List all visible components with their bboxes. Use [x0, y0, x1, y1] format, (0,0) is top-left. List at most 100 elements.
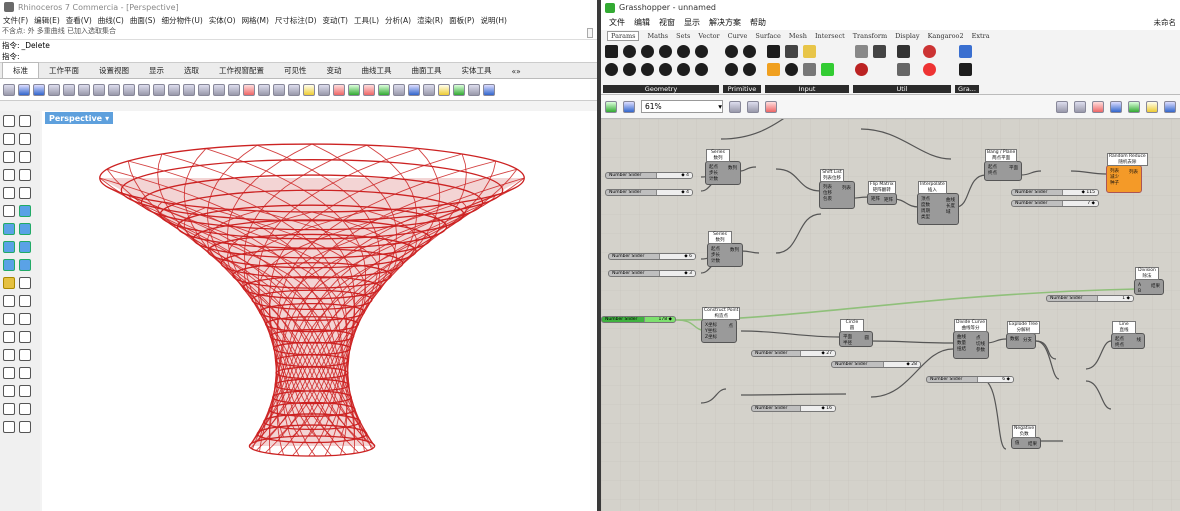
- split-icon[interactable]: [19, 295, 31, 307]
- layer-icon[interactable]: [333, 83, 345, 96]
- tab-display[interactable]: 显示: [139, 63, 174, 78]
- preview-quality-icon[interactable]: [1146, 100, 1158, 113]
- number-slider[interactable]: Number Slider ◆ 27: [751, 350, 836, 357]
- properties-color-icon[interactable]: [348, 83, 360, 96]
- box-param-icon[interactable]: [677, 63, 690, 76]
- panel-icon[interactable]: [803, 63, 816, 76]
- preview-selected-icon[interactable]: [1110, 100, 1122, 113]
- join-icon[interactable]: [3, 313, 15, 325]
- tab-solid-tools[interactable]: 实体工具: [452, 63, 502, 78]
- polygon-icon[interactable]: [19, 187, 31, 199]
- gh-menu-display[interactable]: 显示: [684, 17, 700, 28]
- mesh-param-icon[interactable]: [623, 63, 636, 76]
- zoom-extents-icon[interactable]: [729, 100, 741, 113]
- curve-tools-icon[interactable]: [19, 205, 31, 217]
- open-file-icon[interactable]: [18, 83, 30, 96]
- surface-param-icon[interactable]: [695, 45, 708, 58]
- gh-tab-maths[interactable]: Maths: [647, 32, 668, 40]
- preview-wire-icon[interactable]: [1074, 100, 1086, 113]
- colour-swatch-icon[interactable]: [803, 45, 816, 58]
- preview-off-icon[interactable]: [1056, 100, 1068, 113]
- offset-icon[interactable]: [19, 277, 31, 289]
- gh-menu-file[interactable]: 文件: [609, 17, 625, 28]
- boolean-param-icon[interactable]: [725, 45, 738, 58]
- gh-tab-transform[interactable]: Transform: [853, 32, 887, 40]
- cut-icon[interactable]: [78, 83, 90, 96]
- gh-component-circle[interactable]: Circle 圆 平面 半径 圆: [839, 319, 873, 347]
- command-history-scrollbar[interactable]: [587, 28, 593, 38]
- help-icon[interactable]: [483, 83, 495, 96]
- circle-param-icon[interactable]: [659, 45, 672, 58]
- gh-component-shift-list[interactable]: Shift List 列表位移 列表 位移 包裹 列表: [819, 169, 855, 209]
- check-icon[interactable]: [3, 421, 15, 433]
- point-icon[interactable]: [3, 133, 15, 145]
- text-icon[interactable]: [19, 385, 31, 397]
- mirror-icon[interactable]: [19, 367, 31, 379]
- number-slider[interactable]: Number Slider 6 ◆: [926, 376, 1014, 383]
- gh-component-division[interactable]: Division 除法 A B 结果: [1134, 267, 1164, 295]
- gear-icon[interactable]: [438, 83, 450, 96]
- tab-more[interactable]: «»: [502, 65, 531, 78]
- gh-tab-surface[interactable]: Surface: [755, 32, 781, 40]
- sphere-icon[interactable]: [408, 83, 420, 96]
- gh-menu-solution[interactable]: 解决方案: [709, 17, 741, 28]
- number-slider[interactable]: Number Slider ◆ 16: [751, 405, 836, 412]
- new-file-icon[interactable]: [3, 83, 15, 96]
- digit-scroller-icon[interactable]: [785, 63, 798, 76]
- light-icon[interactable]: [303, 83, 315, 96]
- command-prompt[interactable]: 指令:: [0, 51, 597, 63]
- script-icon[interactable]: [468, 83, 480, 96]
- select-points-icon[interactable]: [19, 115, 31, 127]
- line-param-icon[interactable]: [641, 63, 654, 76]
- number-slider[interactable]: Number Slider ◆ 115: [1011, 189, 1099, 196]
- zoom-icon[interactable]: [168, 83, 180, 96]
- grasshopper-icon[interactable]: [453, 83, 465, 96]
- point-param-icon[interactable]: [623, 45, 636, 58]
- tab-curve-tools[interactable]: 曲线工具: [352, 63, 402, 78]
- gh-tab-curve[interactable]: Curve: [728, 32, 748, 40]
- gh-canvas[interactable]: Number Slider ◆ 4 Number Slider ◆ 4 Numb…: [601, 119, 1180, 511]
- menu-panels[interactable]: 面板(P): [449, 15, 474, 26]
- arc-icon[interactable]: [3, 169, 15, 181]
- zoom-extents-icon[interactable]: [198, 83, 210, 96]
- fitness-icon[interactable]: [873, 45, 886, 58]
- graph-mapper-icon[interactable]: [767, 63, 780, 76]
- preview-mesh-icon[interactable]: [1128, 100, 1140, 113]
- fillet-icon[interactable]: [3, 205, 15, 217]
- surface-icon[interactable]: [3, 223, 15, 235]
- hatch-icon[interactable]: [3, 403, 15, 415]
- material-icon[interactable]: [363, 83, 375, 96]
- sketch-icon[interactable]: [765, 100, 777, 113]
- gh-component-random-reduce[interactable]: Random Reduce 随机去除 列表 减少 种子 列表: [1106, 153, 1148, 193]
- gh-tab-vector[interactable]: Vector: [698, 32, 719, 40]
- curve-param-icon[interactable]: [677, 45, 690, 58]
- pan-icon[interactable]: [138, 83, 150, 96]
- view-icon[interactable]: [258, 83, 270, 96]
- move-tool-icon[interactable]: [3, 331, 15, 343]
- rotate-view-icon[interactable]: [228, 83, 240, 96]
- tab-standard[interactable]: 标准: [2, 62, 39, 78]
- gh-tab-mesh[interactable]: Mesh: [789, 32, 807, 40]
- brep-param-icon[interactable]: [605, 63, 618, 76]
- zoom-selector[interactable]: 61% ▾: [641, 100, 723, 113]
- number-slider[interactable]: Number Slider 7 ◆: [1011, 200, 1099, 207]
- zoom-selected-icon[interactable]: [213, 83, 225, 96]
- menu-subd[interactable]: 细分物件(U): [161, 15, 202, 26]
- sphere-tool-icon[interactable]: [3, 241, 15, 253]
- explode-icon[interactable]: [19, 313, 31, 325]
- cylinder-icon[interactable]: [19, 241, 31, 253]
- boolean-icon[interactable]: [3, 277, 15, 289]
- grid-icon[interactable]: [243, 83, 255, 96]
- boolean-toggle-icon[interactable]: [767, 45, 780, 58]
- text-param-icon[interactable]: [743, 63, 756, 76]
- geometry-param-icon[interactable]: [605, 45, 618, 58]
- vector-param-icon[interactable]: [641, 45, 654, 58]
- gh-tab-display[interactable]: Display: [895, 32, 919, 40]
- select-icon[interactable]: [3, 115, 15, 127]
- zoom-window-icon[interactable]: [183, 83, 195, 96]
- menu-tools[interactable]: 工具(L): [354, 15, 379, 26]
- dimension-icon[interactable]: [3, 385, 15, 397]
- gh-menu-edit[interactable]: 编辑: [634, 17, 650, 28]
- menu-edit[interactable]: 编辑(E): [34, 15, 60, 26]
- number-slider-selected[interactable]: Number Slider 178 ◆: [601, 316, 676, 323]
